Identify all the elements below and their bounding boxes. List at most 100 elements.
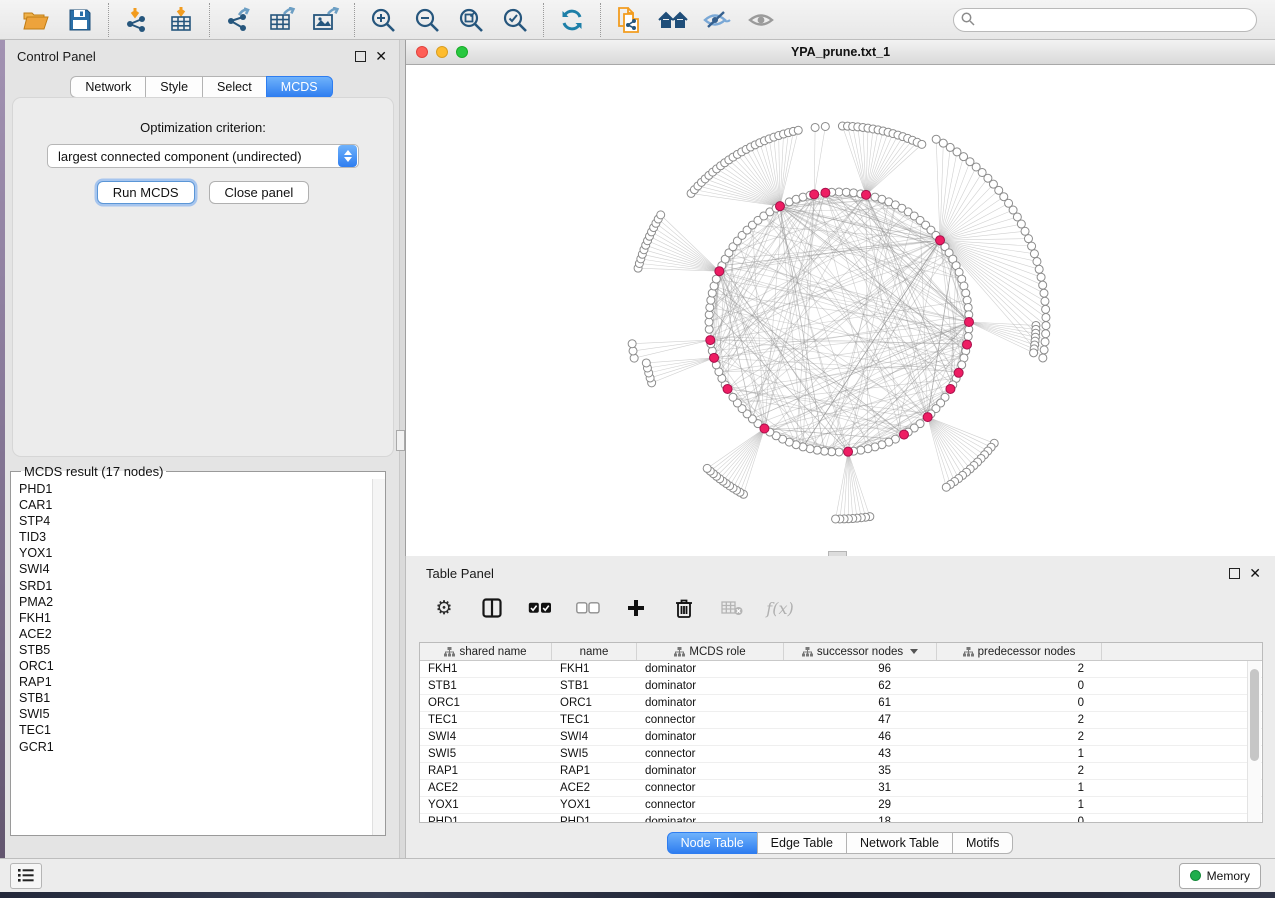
tab-network-table[interactable]: Network Table bbox=[846, 832, 953, 854]
main-toolbar bbox=[0, 0, 1275, 40]
table-row[interactable]: SWI5SWI5connector431 bbox=[420, 746, 1262, 763]
column-header-successor-nodes[interactable]: successor nodes bbox=[784, 643, 937, 660]
run-mcds-button[interactable]: Run MCDS bbox=[97, 181, 195, 204]
table-scrollbar[interactable] bbox=[1247, 661, 1261, 822]
mcds-result-item[interactable]: SWI5 bbox=[19, 706, 373, 722]
table-row[interactable]: ACE2ACE2connector311 bbox=[420, 780, 1262, 797]
mcds-result-item[interactable]: ACE2 bbox=[19, 626, 373, 642]
column-header-shared-name[interactable]: shared name bbox=[420, 643, 552, 660]
tab-style[interactable]: Style bbox=[145, 76, 203, 98]
neighbors-icon[interactable] bbox=[658, 5, 688, 35]
table-row[interactable]: SWI4SWI4dominator462 bbox=[420, 729, 1262, 746]
open-file-icon[interactable] bbox=[21, 5, 51, 35]
export-table-icon[interactable] bbox=[267, 5, 297, 35]
ring-node bbox=[962, 289, 970, 297]
zoom-selected-icon[interactable] bbox=[500, 5, 530, 35]
cell-shared-name: SWI4 bbox=[420, 729, 552, 745]
leaf-node bbox=[918, 140, 926, 148]
gear-icon[interactable]: ⚙ bbox=[431, 595, 457, 621]
ring-node bbox=[820, 447, 828, 455]
select-all-icon[interactable] bbox=[527, 595, 553, 621]
cell-name: TEC1 bbox=[552, 712, 637, 728]
mcds-result-item[interactable]: CAR1 bbox=[19, 497, 373, 513]
mcds-result-item[interactable]: ORC1 bbox=[19, 658, 373, 674]
memory-button[interactable]: Memory bbox=[1179, 863, 1261, 889]
table-row[interactable]: YOX1YOX1connector291 bbox=[420, 797, 1262, 814]
table-row[interactable]: TEC1TEC1connector472 bbox=[420, 712, 1262, 729]
cell-shared-name: PHD1 bbox=[420, 814, 552, 823]
mcds-result-group: MCDS result (17 nodes) PHD1CAR1STP4TID3Y… bbox=[10, 464, 386, 836]
mcds-result-item[interactable]: YOX1 bbox=[19, 545, 373, 561]
unselect-all-icon[interactable] bbox=[575, 595, 601, 621]
mcds-result-item[interactable]: PMA2 bbox=[19, 594, 373, 610]
mcds-hub-node bbox=[710, 353, 719, 362]
clone-network-icon[interactable] bbox=[614, 5, 644, 35]
refresh-icon[interactable] bbox=[557, 5, 587, 35]
column-browser-icon[interactable] bbox=[479, 595, 505, 621]
column-header-predecessor-nodes[interactable]: predecessor nodes bbox=[937, 643, 1102, 660]
table-row[interactable]: FKH1FKH1dominator962 bbox=[420, 661, 1262, 678]
close-panel-icon[interactable]: ✕ bbox=[375, 49, 387, 63]
add-column-icon[interactable] bbox=[623, 595, 649, 621]
search-input[interactable] bbox=[953, 8, 1257, 32]
tab-network[interactable]: Network bbox=[70, 76, 146, 98]
vertical-splitter-grip[interactable] bbox=[396, 430, 405, 451]
export-image-icon[interactable] bbox=[311, 5, 341, 35]
tab-edge-table[interactable]: Edge Table bbox=[757, 832, 847, 854]
mcds-result-item[interactable]: TEC1 bbox=[19, 722, 373, 738]
table-row[interactable]: ORC1ORC1dominator610 bbox=[420, 695, 1262, 712]
close-panel-button[interactable]: Close panel bbox=[209, 181, 310, 204]
task-list-button[interactable] bbox=[10, 863, 42, 889]
network-window-titlebar[interactable]: YPA_prune.txt_1 bbox=[406, 40, 1275, 65]
mcds-result-item[interactable]: STB5 bbox=[19, 642, 373, 658]
table-scrollbar-thumb[interactable] bbox=[1250, 669, 1259, 761]
cell-predecessor-nodes: 0 bbox=[937, 695, 1102, 711]
close-table-panel-icon[interactable]: ✕ bbox=[1249, 566, 1261, 580]
mcds-result-item[interactable]: RAP1 bbox=[19, 674, 373, 690]
tab-mcds[interactable]: MCDS bbox=[266, 76, 333, 98]
cell-predecessor-nodes: 1 bbox=[937, 746, 1102, 762]
export-network-icon[interactable] bbox=[223, 5, 253, 35]
float-table-panel-icon[interactable] bbox=[1229, 568, 1240, 579]
mcds-result-list[interactable]: PHD1CAR1STP4TID3YOX1SWI4SRD1PMA2FKH1ACE2… bbox=[11, 479, 373, 835]
control-panel-tabs: NetworkStyleSelectMCDS bbox=[5, 76, 399, 98]
mcds-result-item[interactable]: SWI4 bbox=[19, 561, 373, 577]
tab-motifs[interactable]: Motifs bbox=[952, 832, 1013, 854]
ring-node bbox=[963, 296, 971, 304]
column-header-MCDS-role[interactable]: MCDS role bbox=[637, 643, 784, 660]
mcds-result-item[interactable]: GCR1 bbox=[19, 739, 373, 755]
ring-node bbox=[857, 446, 865, 454]
mcds-result-item[interactable]: PHD1 bbox=[19, 481, 373, 497]
mcds-hub-node bbox=[775, 202, 784, 211]
zoom-out-icon[interactable] bbox=[412, 5, 442, 35]
column-header-name[interactable]: name bbox=[552, 643, 637, 660]
save-session-icon[interactable] bbox=[65, 5, 95, 35]
table-row[interactable]: RAP1RAP1dominator352 bbox=[420, 763, 1262, 780]
float-panel-icon[interactable] bbox=[355, 51, 366, 62]
mcds-result-item[interactable]: STP4 bbox=[19, 513, 373, 529]
zoom-fit-icon[interactable] bbox=[456, 5, 486, 35]
network-canvas[interactable] bbox=[406, 65, 1275, 557]
show-all-icon[interactable] bbox=[746, 5, 776, 35]
hide-selected-icon[interactable] bbox=[702, 5, 732, 35]
criterion-dropdown[interactable]: largest connected component (undirected) bbox=[47, 144, 359, 168]
tab-select[interactable]: Select bbox=[202, 76, 267, 98]
cell-MCDS-role: connector bbox=[637, 797, 784, 813]
mcds-list-scrollbar[interactable] bbox=[372, 479, 385, 835]
mcds-result-item[interactable]: TID3 bbox=[19, 529, 373, 545]
mcds-result-item[interactable]: FKH1 bbox=[19, 610, 373, 626]
mcds-result-item[interactable]: STB1 bbox=[19, 690, 373, 706]
import-network-icon[interactable] bbox=[122, 5, 152, 35]
mcds-result-item[interactable]: SRD1 bbox=[19, 578, 373, 594]
table-row[interactable]: STB1STB1dominator620 bbox=[420, 678, 1262, 695]
table-row[interactable]: PHD1PHD1dominator180 bbox=[420, 814, 1262, 823]
leaf-node bbox=[1033, 257, 1041, 265]
zoom-in-icon[interactable] bbox=[368, 5, 398, 35]
cell-successor-nodes: 61 bbox=[784, 695, 937, 711]
tab-node-table[interactable]: Node Table bbox=[667, 832, 758, 854]
cell-name: SWI4 bbox=[552, 729, 637, 745]
leaf-node bbox=[1039, 354, 1047, 362]
delete-column-icon[interactable] bbox=[671, 595, 697, 621]
leaf-node bbox=[1041, 297, 1049, 305]
import-table-icon[interactable] bbox=[166, 5, 196, 35]
